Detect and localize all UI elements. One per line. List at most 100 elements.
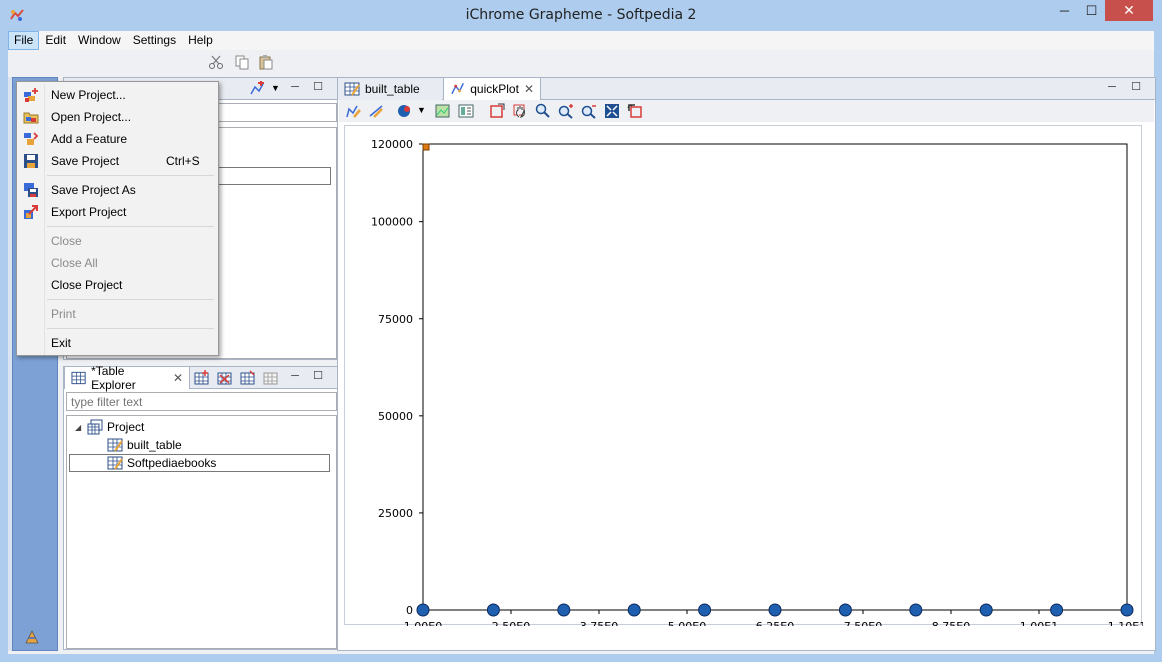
menu-item-close-project[interactable]: Close Project	[19, 274, 216, 296]
window-title: iChrome Grapheme - Softpedia 2	[465, 7, 697, 23]
export-image-icon[interactable]	[435, 103, 451, 119]
label-save-project: Save Project	[51, 154, 120, 168]
chart-canvas: 0 25000 50000 75000 100000 120000 1.00E0 2.50E0…	[371, 138, 1146, 633]
zoom-icon[interactable]	[535, 103, 551, 119]
maximize-editor-icon[interactable]: ☐	[1129, 81, 1143, 95]
menu-item-open-project[interactable]: Open Project...	[19, 106, 216, 128]
series-dropdown-chevron-icon[interactable]: ▼	[417, 105, 426, 115]
minimize-view-icon[interactable]: ─	[288, 370, 302, 384]
x-tick-label: 1.00E0	[404, 620, 442, 626]
perspective-icon[interactable]	[25, 630, 39, 644]
table-icon	[344, 82, 360, 96]
label-print: Print	[51, 307, 76, 321]
new-table-icon[interactable]	[194, 370, 210, 386]
maximize-view-icon[interactable]: ☐	[311, 81, 325, 95]
expanded-twistie-icon[interactable]: ◢	[75, 423, 83, 432]
cut-icon[interactable]	[208, 54, 224, 70]
add-feature-icon	[24, 132, 39, 145]
save-as-icon	[24, 183, 38, 197]
label-close-project: Close Project	[51, 278, 123, 292]
data-point	[557, 603, 571, 617]
plot-toolbar: ▼	[339, 100, 1154, 122]
zoom-in-icon[interactable]	[558, 103, 574, 119]
tree-item-softpediaebooks[interactable]: Softpediaebooks	[69, 454, 330, 472]
table-options-icon[interactable]	[263, 370, 279, 386]
plot-properties-icon[interactable]	[458, 103, 474, 119]
menu-bar: File Edit Window Settings Help	[8, 31, 1154, 50]
pan-hand-icon[interactable]	[512, 103, 528, 119]
close-tab-icon[interactable]: ✕	[173, 371, 183, 385]
menu-window[interactable]: Window	[72, 31, 127, 50]
x-tick-label: 6.25E0	[756, 620, 794, 626]
menu-item-add-feature[interactable]: Add a Feature	[19, 128, 216, 150]
label-close-all: Close All	[51, 256, 98, 270]
menu-item-exit[interactable]: Exit	[19, 332, 216, 354]
series-color-icon[interactable]	[397, 103, 413, 119]
x-tick-label: 1.10E1	[1108, 620, 1143, 626]
table-explorer-panel: *Table Explorer ✕ ─ ☐ ◢	[63, 364, 339, 650]
close-window-button[interactable]: ✕	[1105, 0, 1153, 21]
main-toolbar	[8, 50, 1154, 75]
app-client-area: File Edit Window Settings Help ▼ ─ ☐ *Ta…	[8, 31, 1156, 654]
menu-item-close[interactable]: Close	[19, 230, 216, 252]
open-project-icon	[23, 112, 39, 124]
minimize-editor-icon[interactable]: ─	[1105, 81, 1119, 95]
tab-quickplot[interactable]: quickPlot ✕	[443, 78, 541, 100]
data-point	[416, 603, 430, 617]
plot-icon	[451, 82, 464, 95]
reset-view-icon[interactable]	[627, 103, 643, 119]
menu-settings[interactable]: Settings	[127, 31, 182, 50]
menu-item-close-all[interactable]: Close All	[19, 252, 216, 274]
menu-item-save-project[interactable]: Save Project Ctrl+S	[19, 150, 216, 172]
menu-item-save-project-as[interactable]: Save Project As	[19, 179, 216, 201]
maximize-button[interactable]: ☐	[1078, 0, 1105, 21]
y-tick-label: 75000	[378, 313, 413, 326]
project-tree-selected-row[interactable]	[217, 167, 331, 185]
edit-plot-icon[interactable]	[345, 103, 361, 119]
tree-label-softpediaebooks: Softpediaebooks	[127, 456, 217, 470]
menu-item-print[interactable]: Print	[19, 303, 216, 325]
quickplot-chart[interactable]: 0 25000 50000 75000 100000 120000 1.00E0 2.50E0…	[344, 125, 1146, 633]
zoom-out-icon[interactable]	[581, 103, 597, 119]
menu-file[interactable]: File	[8, 31, 40, 50]
x-tick-label: 3.75E0	[580, 620, 618, 626]
menu-edit[interactable]: Edit	[39, 31, 72, 50]
maximize-view-icon[interactable]: ☐	[311, 370, 325, 384]
selection-handle	[422, 143, 430, 151]
data-point	[979, 603, 993, 617]
copy-icon[interactable]	[234, 54, 250, 70]
menu-help[interactable]: Help	[182, 31, 219, 50]
add-feature-icon[interactable]	[249, 81, 265, 97]
menu-separator	[47, 175, 214, 176]
project-tables-icon	[87, 419, 103, 435]
tree-item-project[interactable]: ◢ Project	[75, 418, 144, 436]
x-tick-label: 1.00E1	[1020, 620, 1058, 626]
delete-table-icon[interactable]	[217, 370, 233, 386]
minimize-view-icon[interactable]: ─	[288, 81, 302, 95]
tree-label-project: Project	[107, 420, 145, 434]
label-add-feature: Add a Feature	[51, 132, 128, 146]
shortcut-save: Ctrl+S	[166, 154, 200, 168]
tab-built-table[interactable]: built_table	[338, 78, 442, 100]
paste-icon[interactable]	[258, 54, 274, 70]
fit-to-window-icon[interactable]	[604, 103, 620, 119]
import-table-icon[interactable]	[240, 370, 256, 386]
menu-separator	[47, 226, 214, 227]
close-tab-icon[interactable]: ✕	[524, 82, 534, 96]
table-filter-input[interactable]	[66, 392, 337, 411]
label-close: Close	[51, 234, 82, 248]
view-menu-chevron-icon[interactable]: ▼	[271, 83, 280, 93]
data-point	[909, 603, 923, 617]
y-tick-label: 0	[406, 604, 413, 617]
x-tick-label: 5.00E0	[668, 620, 706, 626]
minimize-button[interactable]: ─	[1051, 0, 1078, 21]
zoom-box-icon[interactable]	[489, 103, 505, 119]
menu-item-export-project[interactable]: Export Project	[19, 201, 216, 223]
y-tick-label: 50000	[378, 410, 413, 423]
data-point	[486, 603, 500, 617]
tab-table-explorer[interactable]: *Table Explorer ✕	[64, 364, 190, 392]
menu-item-new-project[interactable]: New Project...	[19, 84, 216, 106]
label-export-project: Export Project	[51, 205, 127, 219]
edit-series-icon[interactable]	[368, 103, 384, 119]
tree-item-built-table[interactable]: built_table	[107, 436, 182, 454]
